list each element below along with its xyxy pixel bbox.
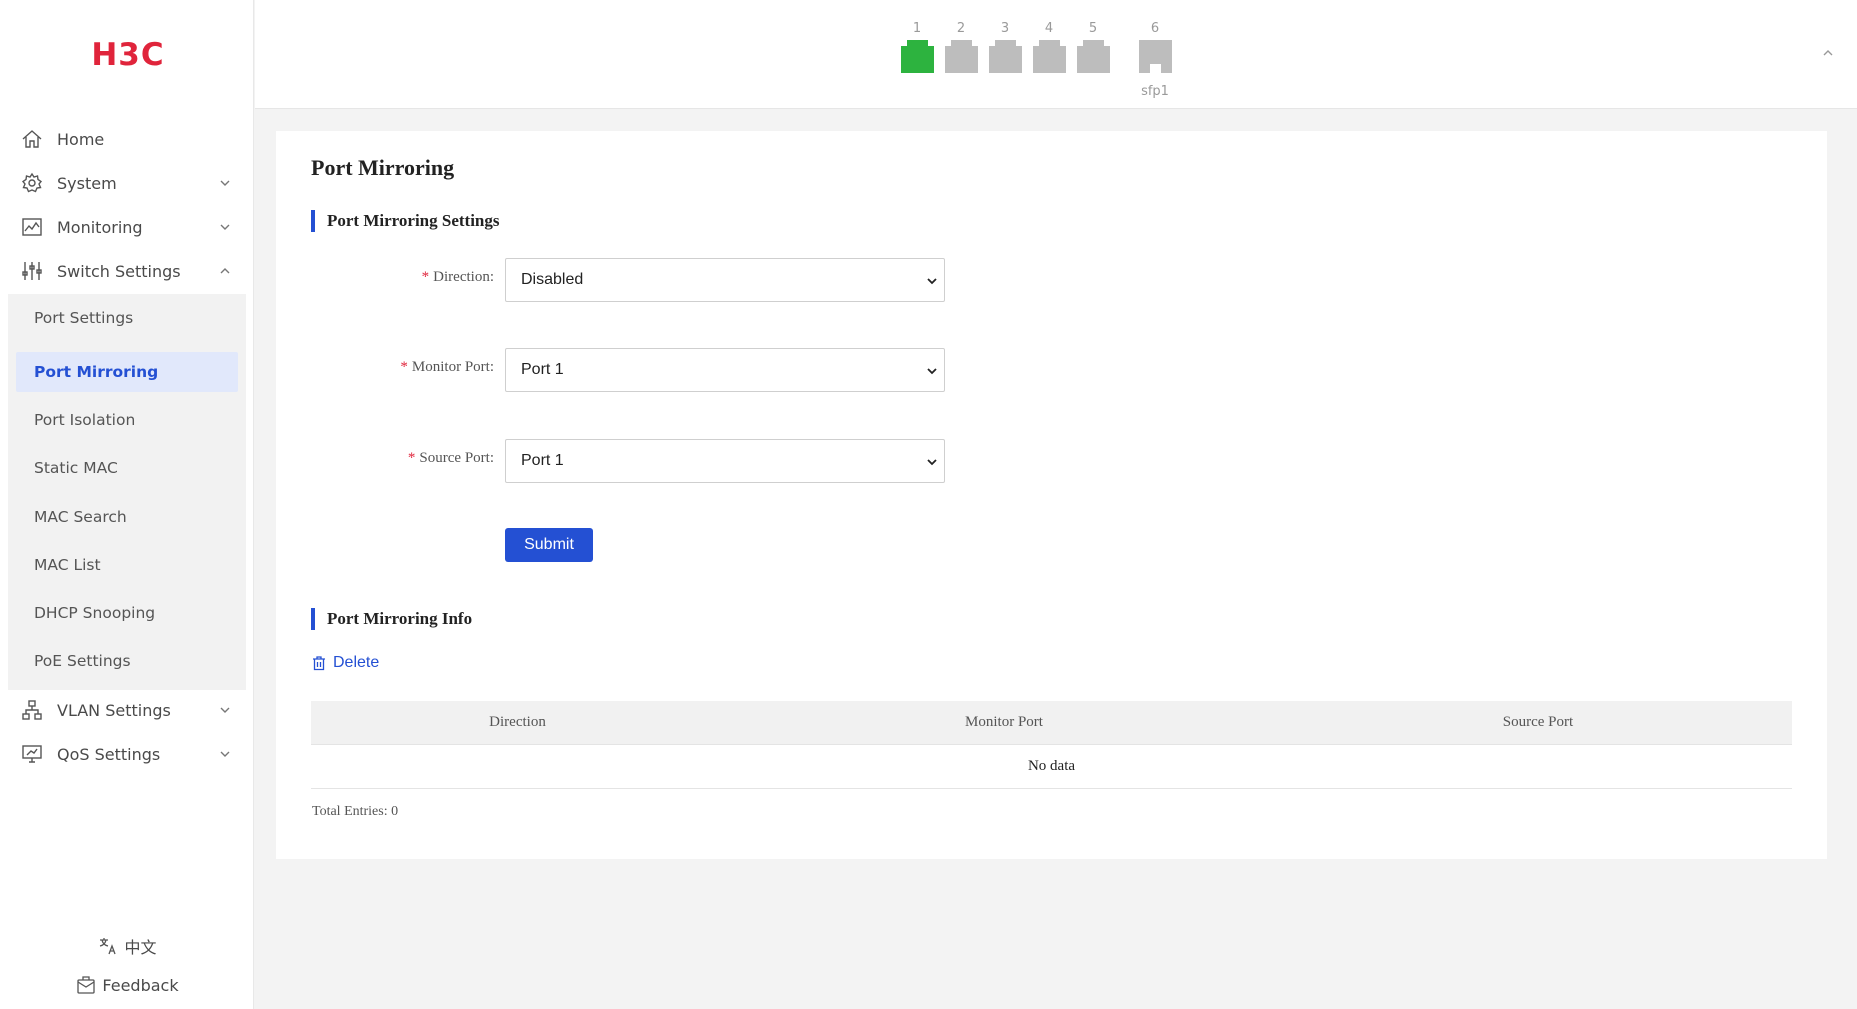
sidebar-item-monitoring[interactable]: Monitoring — [0, 207, 254, 247]
chevron-down-icon — [220, 751, 230, 757]
direction-label-text: Direction: — [433, 269, 494, 285]
direction-select[interactable]: Disabled — [505, 258, 945, 302]
column-header-monitor-port[interactable]: Monitor Port — [724, 714, 1284, 731]
h3c-logo[interactable]: H3C — [77, 38, 179, 72]
network-icon — [20, 698, 44, 722]
chevron-down-icon — [927, 278, 937, 285]
feedback-link[interactable]: Feedback — [0, 974, 254, 996]
port-status-header: 1 2 3 4 5 6 sfp1 — [255, 0, 1857, 109]
port-6-sfp[interactable]: 6 sfp1 — [1138, 20, 1172, 99]
sidebar-item-switch-settings[interactable]: Switch Settings — [0, 251, 254, 291]
sidebar-item-home[interactable]: Home — [0, 119, 254, 159]
monitor-port-label-text: Monitor Port: — [411, 359, 494, 375]
chevron-down-icon — [220, 707, 230, 713]
port-4[interactable]: 4 — [1032, 20, 1066, 78]
sliders-icon — [20, 259, 44, 283]
chevron-up-icon — [220, 268, 230, 274]
chart-icon — [20, 215, 44, 239]
required-mark: * — [421, 269, 430, 285]
port-number: 2 — [956, 21, 966, 36]
source-port-select[interactable]: Port 1 — [505, 439, 945, 483]
switch-settings-submenu: Port Settings Port Mirroring Port Isolat… — [8, 294, 246, 690]
chevron-down-icon — [927, 368, 937, 375]
svg-text:H3C: H3C — [91, 38, 164, 72]
ethernet-port-icon — [1076, 40, 1110, 73]
section-title-info: Port Mirroring Info — [311, 608, 472, 630]
submenu-item-port-isolation[interactable]: Port Isolation — [16, 400, 238, 440]
feedback-label: Feedback — [102, 975, 179, 995]
submit-button[interactable]: Submit — [505, 528, 593, 562]
trash-icon — [313, 656, 325, 671]
submenu-item-port-mirroring[interactable]: Port Mirroring — [16, 352, 238, 392]
port-number: 6 — [1150, 21, 1160, 36]
table-empty-row: No data — [311, 745, 1792, 789]
source-port-select-value: Port 1 — [521, 452, 564, 469]
sfp-port-icon — [1138, 40, 1172, 73]
ethernet-port-icon — [988, 40, 1022, 73]
section-title-settings: Port Mirroring Settings — [311, 210, 499, 232]
chevron-down-icon — [220, 180, 230, 186]
port-2[interactable]: 2 — [944, 20, 978, 78]
port-mirroring-table: Direction Monitor Port Source Port No da… — [311, 701, 1792, 789]
submenu-item-poe-settings[interactable]: PoE Settings — [16, 641, 238, 681]
submenu-item-static-mac[interactable]: Static MAC — [16, 448, 238, 488]
sidebar-item-system[interactable]: System — [0, 163, 254, 203]
port-number: 5 — [1088, 21, 1098, 36]
source-port-label: * Source Port: — [336, 450, 494, 467]
port-number: 4 — [1044, 21, 1054, 36]
gear-icon — [20, 171, 44, 195]
submenu-item-dhcp-snooping[interactable]: DHCP Snooping — [16, 593, 238, 633]
ethernet-port-icon — [900, 40, 934, 73]
port-label: sfp1 — [1141, 84, 1169, 99]
language-switch[interactable]: 中文 — [0, 934, 254, 958]
sidebar-item-label: Monitoring — [57, 217, 143, 237]
chevron-down-icon — [220, 224, 230, 230]
required-mark: * — [400, 359, 408, 375]
delete-label: Delete — [333, 654, 380, 671]
submenu-item-mac-list[interactable]: MAC List — [16, 545, 238, 585]
source-port-label-text: Source Port: — [419, 450, 494, 466]
port-1[interactable]: 1 — [900, 20, 934, 78]
port-number: 1 — [912, 21, 922, 36]
language-label: 中文 — [124, 938, 157, 957]
submenu-item-mac-search[interactable]: MAC Search — [16, 497, 238, 537]
monitor-port-select-value: Port 1 — [521, 361, 564, 378]
home-icon — [20, 127, 44, 151]
translate-icon — [97, 935, 119, 957]
port-3[interactable]: 3 — [988, 20, 1022, 78]
ethernet-port-icon — [1032, 40, 1066, 73]
collapse-icon[interactable] — [1821, 46, 1835, 60]
submenu-item-port-settings[interactable]: Port Settings — [16, 298, 238, 338]
sidebar-item-label: Switch Settings — [57, 261, 181, 281]
port-number: 3 — [1000, 21, 1010, 36]
column-header-direction[interactable]: Direction — [311, 714, 724, 731]
content-card: Port Mirroring Port Mirroring Settings *… — [276, 131, 1827, 859]
direction-select-value: Disabled — [521, 271, 584, 288]
ethernet-port-icon — [944, 40, 978, 73]
monitor-port-select[interactable]: Port 1 — [505, 348, 945, 392]
feedback-icon — [75, 974, 97, 996]
sidebar-item-qos-settings[interactable]: QoS Settings — [0, 734, 254, 774]
table-header: Direction Monitor Port Source Port — [311, 701, 1792, 745]
port-5[interactable]: 5 — [1076, 20, 1110, 78]
page-title: Port Mirroring — [311, 155, 455, 180]
delete-button[interactable]: Delete — [311, 654, 379, 672]
sidebar-item-label: Home — [57, 129, 105, 149]
sidebar-item-label: QoS Settings — [57, 744, 161, 764]
sidebar-item-label: System — [57, 173, 117, 193]
sidebar-item-label: VLAN Settings — [57, 700, 171, 720]
total-entries: Total Entries: 0 — [312, 804, 399, 819]
column-header-source-port[interactable]: Source Port — [1284, 714, 1792, 731]
monitor-icon — [20, 742, 44, 766]
sidebar-item-vlan-settings[interactable]: VLAN Settings — [0, 690, 254, 730]
monitor-port-label: * Monitor Port: — [336, 359, 494, 376]
required-mark: * — [407, 450, 416, 466]
chevron-down-icon — [927, 459, 937, 466]
sidebar: H3C Home System Monitoring Switch Settin… — [0, 0, 254, 1009]
direction-label: * Direction: — [336, 269, 494, 286]
